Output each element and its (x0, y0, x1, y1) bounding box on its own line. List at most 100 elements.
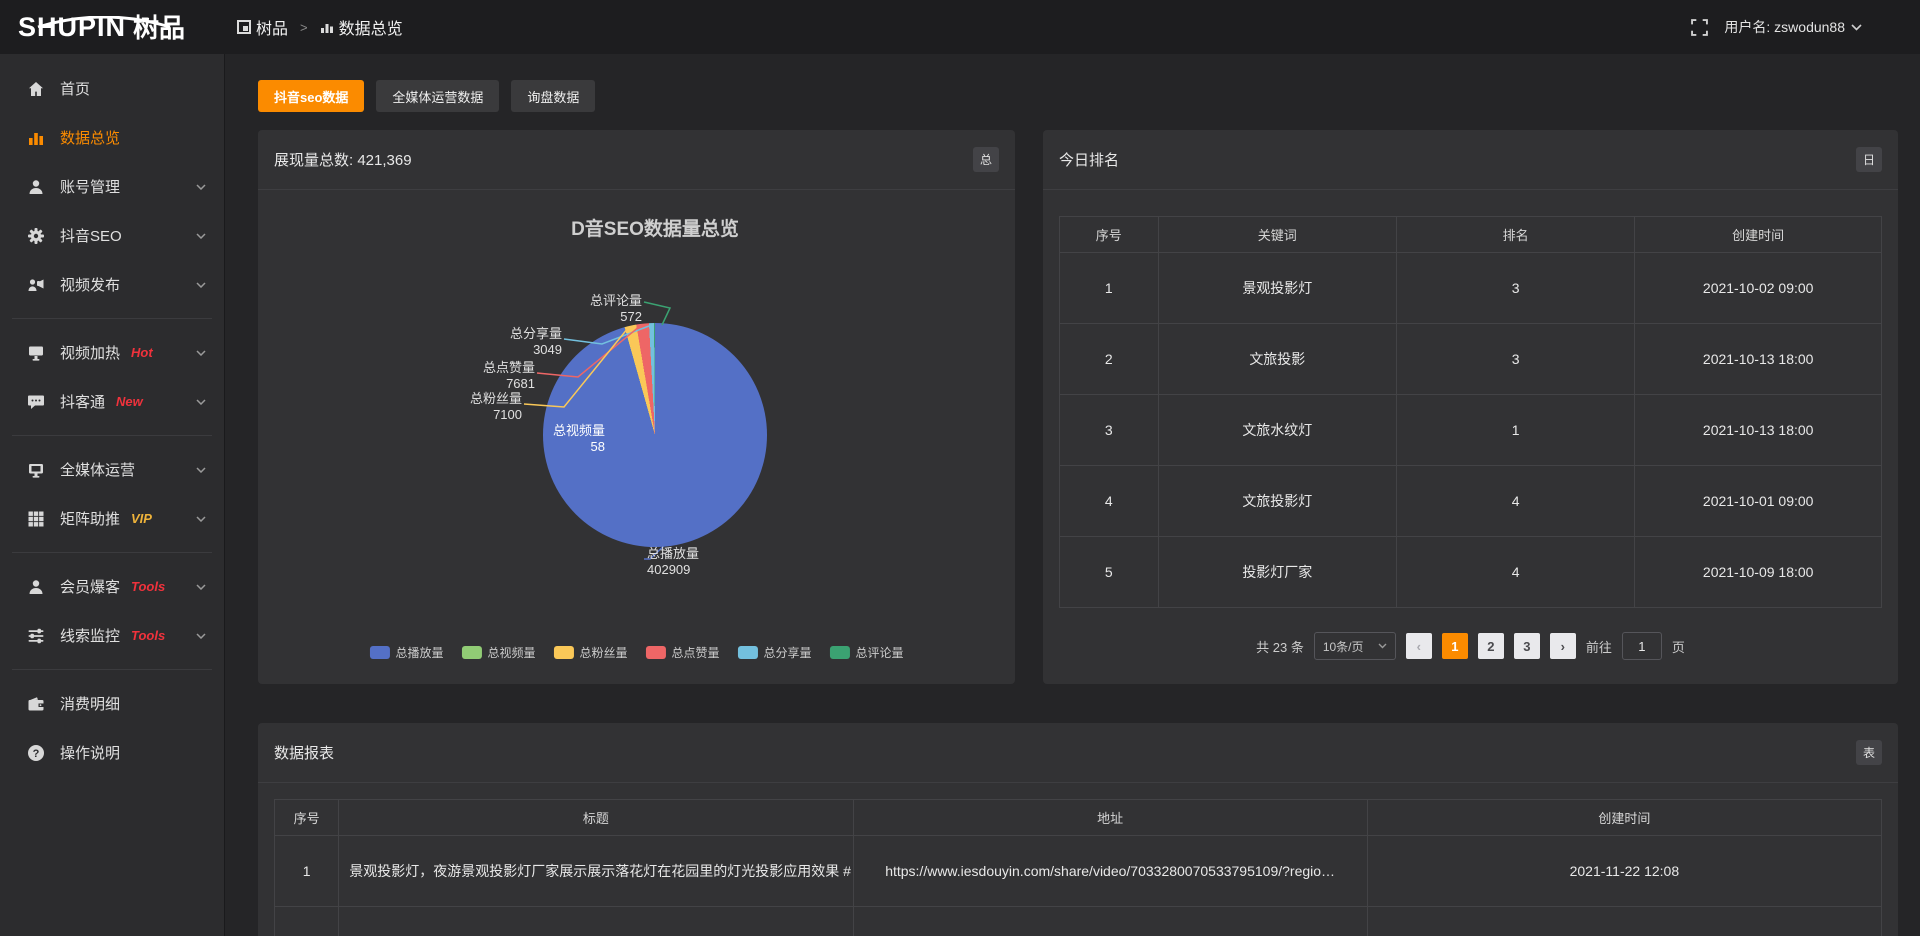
sidebar-item-spend-detail[interactable]: 消费明细 (0, 679, 224, 728)
chart-title: D音SEO数据量总览 (571, 214, 739, 241)
sidebar-item-member-tools[interactable]: 会员爆客 Tools (0, 562, 224, 611)
table-row: 2文旅投影32021-10-13 18:00 (1060, 324, 1882, 395)
table-header-row: 序号 标题 地址 创建时间 (275, 800, 1882, 836)
report-panel: 数据报表 表 序号 标题 地址 创建时间 1 景观投影灯，夜游景观投影灯 (258, 723, 1898, 936)
main-content: 抖音seo数据 全媒体运营数据 询盘数据 展现量总数: 421,369 总 D音… (225, 0, 1920, 936)
pie-chart: D音SEO数据量总览 总评论量572 总分享量3049 总点赞量7681 (258, 190, 1015, 683)
breadcrumb-separator: > (300, 20, 308, 35)
col-keyword: 关键词 (1158, 217, 1396, 253)
total-badge: 总 (973, 147, 999, 172)
sidebar-item-label: 全媒体运营 (60, 459, 135, 480)
chevron-down-icon (1378, 643, 1387, 649)
sidebar-item-matrix-boost[interactable]: 矩阵助推 VIP (0, 494, 224, 543)
legend-item[interactable]: 总点赞量 (646, 644, 720, 661)
col-no: 序号 (1060, 217, 1159, 253)
data-tabs: 抖音seo数据 全媒体运营数据 询盘数据 (258, 80, 1920, 112)
goto-suffix: 页 (1672, 637, 1685, 656)
prev-page-button[interactable]: ‹ (1406, 633, 1432, 659)
col-title: 标题 (339, 800, 853, 836)
sidebar-item-label: 操作说明 (60, 742, 120, 763)
breadcrumb-root[interactable]: 树品 (256, 15, 288, 39)
sidebar-divider (12, 552, 212, 553)
col-time: 创建时间 (1367, 800, 1881, 836)
sidebar-item-label: 视频加热 (60, 342, 120, 363)
ranking-panel: 今日排名 日 序号 关键词 排名 创建时间 (1043, 130, 1898, 684)
sidebar-divider (12, 318, 212, 319)
video-publish-icon (27, 276, 45, 294)
col-no: 序号 (275, 800, 339, 836)
legend-item[interactable]: 总视频量 (461, 644, 535, 661)
breadcrumb-current: 数据总览 (339, 15, 403, 39)
sidebar-item-label: 抖音SEO (60, 225, 122, 246)
gear-icon (27, 227, 45, 245)
goto-label: 前往 (1586, 637, 1612, 656)
sidebar-item-label: 会员爆客 (60, 576, 120, 597)
video-link[interactable]: https://www.iesdouyin.com/share/video/70… (853, 836, 1367, 907)
app-logo: SHUPIN 树品 (0, 14, 225, 41)
video-title: 景观投影灯，夜游景观投影灯厂家展示展示落花灯在花园里的灯光投影应用效果 # (339, 836, 853, 907)
fullscreen-icon[interactable] (1691, 19, 1708, 36)
chevron-down-icon (1851, 24, 1862, 31)
monitor-icon (27, 344, 45, 362)
pie-label-likes: 总点赞量7681 (451, 360, 535, 393)
sidebar-item-label: 账号管理 (60, 176, 120, 197)
chevron-down-icon (196, 516, 206, 522)
sidebar-item-home[interactable]: 首页 (0, 64, 224, 113)
legend-item[interactable]: 总粉丝量 (553, 644, 627, 661)
ranking-panel-header: 今日排名 日 (1043, 130, 1898, 190)
page-size-select[interactable]: 10条/页 (1314, 632, 1396, 660)
sidebar-item-douyin-seo[interactable]: 抖音SEO (0, 211, 224, 260)
sidebar-item-help[interactable]: ? 操作说明 (0, 728, 224, 777)
bar-chart-icon (320, 20, 334, 34)
chevron-down-icon (196, 350, 206, 356)
page-button-2[interactable]: 2 (1478, 633, 1504, 659)
breadcrumb: 树品 > 数据总览 (237, 15, 403, 39)
sidebar-item-doukertong[interactable]: 抖客通 New (0, 377, 224, 426)
impressions-total: 展现量总数: 421,369 (274, 149, 412, 170)
top-header: SHUPIN 树品 树品 > 数据总览 用户名: zswodun88 (0, 0, 1920, 54)
chevron-down-icon (196, 399, 206, 405)
username-label: 用户名: zswodun88 (1724, 17, 1845, 37)
legend-swatch (830, 646, 850, 659)
page-button-3[interactable]: 3 (1514, 633, 1540, 659)
screen-icon (27, 461, 45, 479)
tools-tag: Tools (131, 628, 165, 643)
sidebar-item-data-overview[interactable]: 数据总览 (0, 113, 224, 162)
sidebar-item-video-publish[interactable]: 视频发布 (0, 260, 224, 309)
sidebar-item-label: 线索监控 (60, 625, 120, 646)
ranking-title: 今日排名 (1059, 149, 1119, 170)
sidebar-item-label: 矩阵助推 (60, 508, 120, 529)
legend-item[interactable]: 总播放量 (369, 644, 443, 661)
pie-label-videos: 总视频量58 (521, 423, 605, 456)
sidebar-item-account[interactable]: 账号管理 (0, 162, 224, 211)
legend-item[interactable]: 总分享量 (738, 644, 812, 661)
sidebar-divider (12, 669, 212, 670)
sidebar-item-label: 首页 (60, 78, 90, 99)
chevron-down-icon (196, 467, 206, 473)
chevron-down-icon (196, 282, 206, 288)
chevron-down-icon (196, 633, 206, 639)
tab-douyin-seo-data[interactable]: 抖音seo数据 (258, 80, 364, 112)
pie-label-shares: 总分享量3049 (478, 326, 562, 359)
next-page-button[interactable]: › (1550, 633, 1576, 659)
sidebar-item-lead-monitor[interactable]: 线索监控 Tools (0, 611, 224, 660)
tab-inquiry-data[interactable]: 询盘数据 (511, 80, 595, 112)
legend-swatch (646, 646, 666, 659)
chevron-down-icon (196, 184, 206, 190)
legend-swatch (553, 646, 573, 659)
goto-page-input[interactable] (1622, 632, 1662, 660)
bar-chart-icon (27, 129, 45, 147)
col-url: 地址 (853, 800, 1367, 836)
user-menu[interactable]: 用户名: zswodun88 (1724, 17, 1862, 37)
pie-label-fans: 总粉丝量7100 (438, 391, 522, 424)
tab-omnimedia-data[interactable]: 全媒体运营数据 (376, 80, 499, 112)
chevron-down-icon (196, 584, 206, 590)
home-icon (27, 80, 45, 98)
page-button-1[interactable]: 1 (1442, 633, 1468, 659)
legend-item[interactable]: 总评论量 (830, 644, 904, 661)
sidebar-item-omnimedia[interactable]: 全媒体运营 (0, 445, 224, 494)
report-table: 序号 标题 地址 创建时间 1 景观投影灯，夜游景观投影灯厂家展示展示落花灯在花… (274, 799, 1882, 936)
sidebar-item-video-heat[interactable]: 视频加热 Hot (0, 328, 224, 377)
sidebar-item-label: 数据总览 (60, 127, 120, 148)
chart-legend: 总播放量 总视频量 总粉丝量 总点赞量 总分享量 总评论量 (369, 644, 903, 661)
